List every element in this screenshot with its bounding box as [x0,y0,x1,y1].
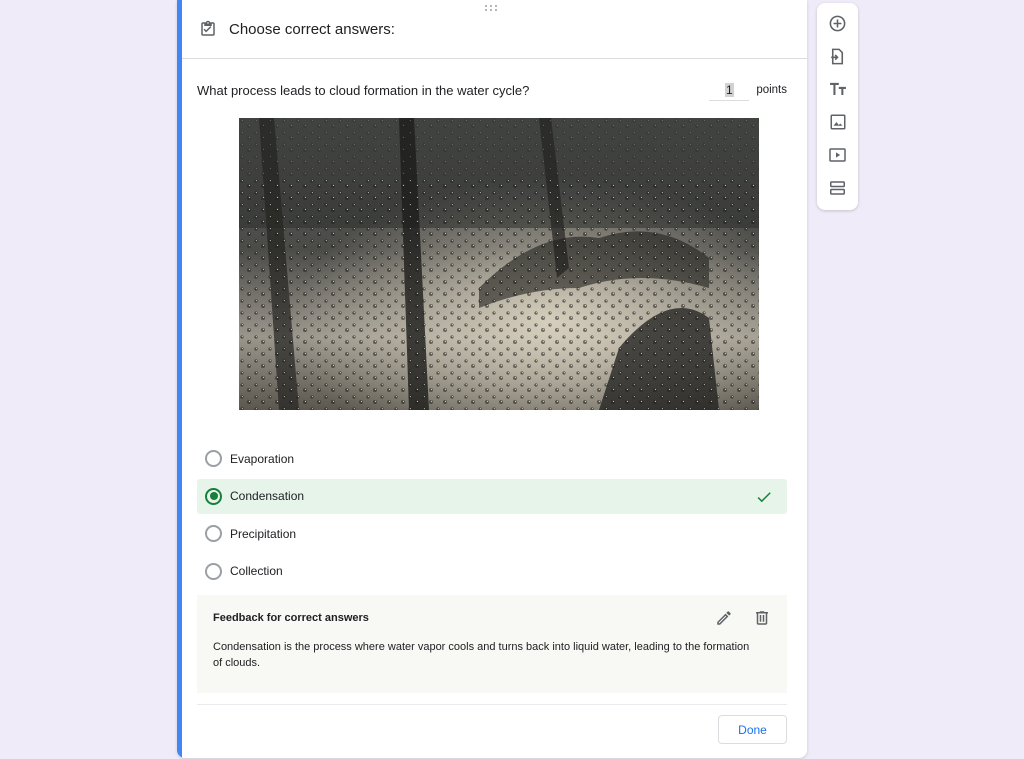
add-image-icon[interactable] [827,111,848,132]
side-toolbar [817,3,858,210]
trash-icon[interactable] [753,609,771,627]
feedback-title: Feedback for correct answers [213,612,369,624]
add-question-icon[interactable] [827,13,848,34]
option-precipitation[interactable]: Precipitation [197,516,787,551]
radio-button[interactable] [205,562,222,580]
option-collection[interactable]: Collection [197,554,787,589]
question-image [239,118,759,410]
feedback-panel: Feedback for correct answers Condensatio… [197,595,787,693]
check-icon [755,488,773,506]
points-value: 1 [724,82,734,97]
option-label: Precipitation [230,526,297,541]
raindrops-on-window-photo [239,118,759,410]
import-questions-icon[interactable] [827,46,848,67]
add-video-icon[interactable] [827,144,848,165]
option-evaporation[interactable]: Evaporation [197,441,787,476]
option-label: Condensation [230,489,305,504]
checkbox-checked-icon [199,20,217,38]
question-card: Choose correct answers: What process lea… [177,0,807,758]
question-text: What process leads to cloud formation in… [197,82,530,98]
radio-button[interactable] [205,525,222,543]
pencil-icon[interactable] [715,609,733,627]
divider [197,704,787,705]
answer-key-header: Choose correct answers: [182,0,807,59]
feedback-text: Condensation is the process where water … [213,641,750,669]
add-section-icon[interactable] [827,177,848,198]
header-title: Choose correct answers: [229,20,395,38]
answer-options: Evaporation Condensation Precipitation C… [197,441,787,591]
radio-button-selected[interactable] [205,487,222,505]
radio-button[interactable] [205,450,222,467]
points-label: points [756,84,787,96]
done-button[interactable]: Done [718,715,787,744]
option-label: Collection [230,564,283,579]
points-input[interactable]: 1 [709,79,750,101]
option-condensation[interactable]: Condensation [197,478,787,514]
question-row: What process leads to cloud formation in… [197,78,787,102]
add-title-icon[interactable] [827,79,848,100]
option-label: Evaporation [230,451,295,466]
points-control: 1 points [709,79,787,101]
